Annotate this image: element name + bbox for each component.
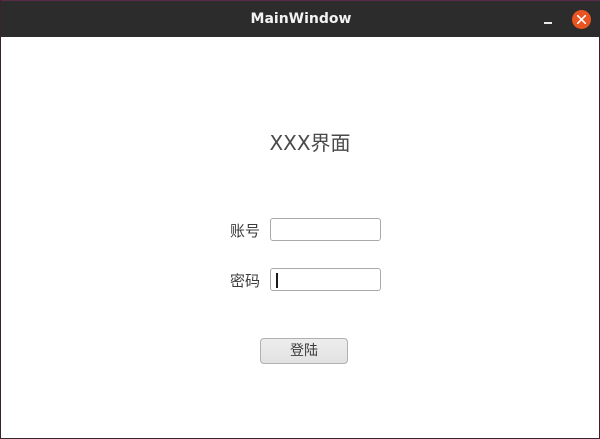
login-button[interactable]: 登陆	[260, 338, 348, 364]
text-cursor	[276, 273, 278, 288]
close-icon	[577, 15, 586, 24]
account-label: 账号	[230, 222, 261, 240]
title-bar[interactable]: MainWindow	[1, 0, 600, 37]
page-title: XXX界面	[269, 131, 351, 155]
main-window: MainWindow XXX界面 账号 密码 登陆	[0, 0, 600, 439]
window-title: MainWindow	[250, 11, 352, 27]
minimize-button[interactable]	[539, 11, 557, 29]
window-content: XXX界面 账号 密码 登陆	[1, 37, 599, 438]
account-input[interactable]	[270, 218, 381, 241]
password-input[interactable]	[270, 268, 381, 291]
password-label: 密码	[230, 272, 261, 290]
close-button[interactable]	[572, 10, 591, 29]
